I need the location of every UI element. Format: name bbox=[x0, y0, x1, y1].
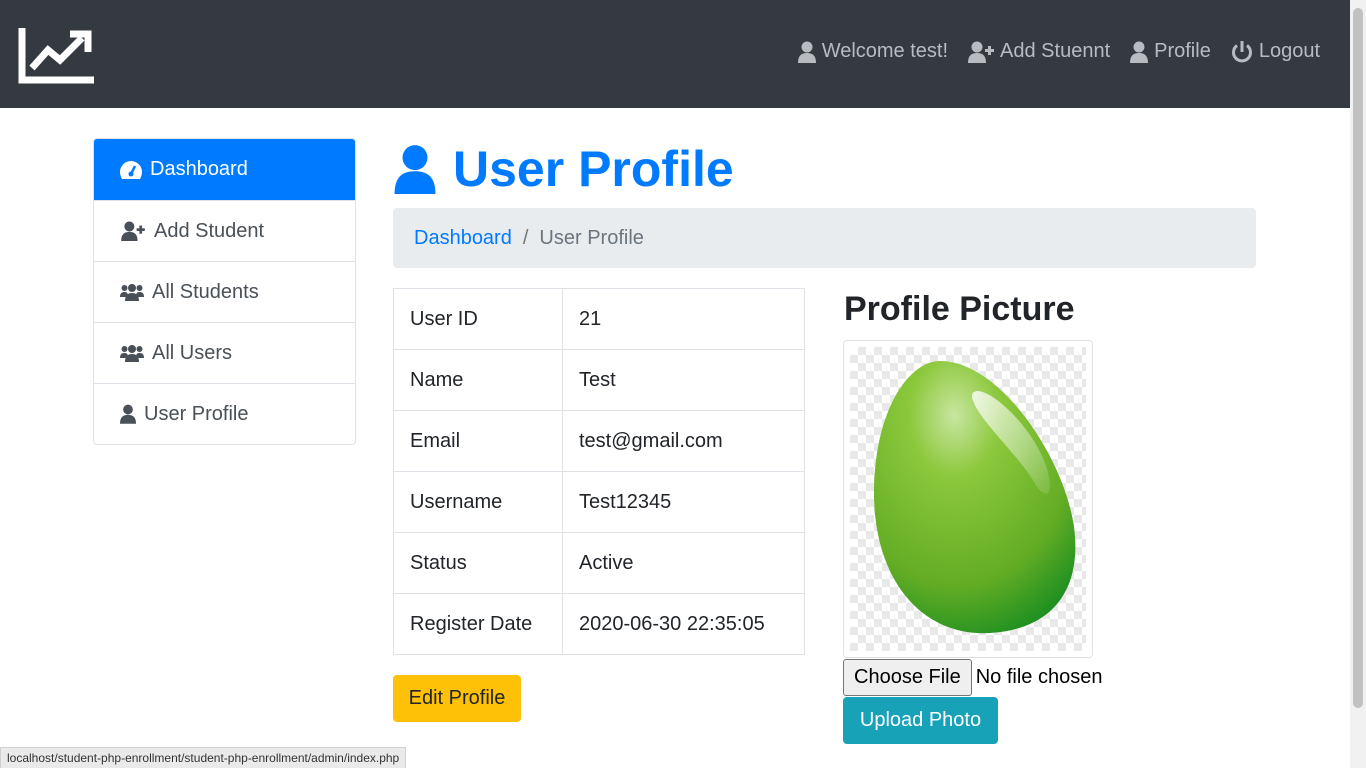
table-row: Register Date 2020-06-30 22:35:05 bbox=[393, 593, 805, 655]
breadcrumb-current: User Profile bbox=[539, 226, 644, 249]
sidebar-item-user-profile[interactable]: User Profile bbox=[94, 383, 355, 444]
browser-status-url: localhost/student-php-enrollment/student… bbox=[0, 747, 407, 768]
green-egg-image bbox=[873, 361, 1076, 634]
page-title-text: User Profile bbox=[453, 141, 734, 197]
sidebar: Dashboard Add Student All Students All U… bbox=[93, 138, 356, 445]
user-icon bbox=[394, 145, 436, 194]
sidebar-item-all-users[interactable]: All Users bbox=[94, 322, 355, 383]
table-key-cell: Email bbox=[393, 410, 563, 472]
profile-picture-background bbox=[850, 347, 1086, 651]
page-scrollbar[interactable] bbox=[1350, 0, 1366, 768]
sidebar-item-label: User Profile bbox=[144, 402, 249, 425]
user-icon bbox=[120, 404, 136, 424]
no-file-text: No file chosen bbox=[975, 666, 1103, 688]
users-icon bbox=[120, 284, 144, 301]
table-value-cell: Test12345 bbox=[562, 471, 805, 533]
sidebar-item-add-student[interactable]: Add Student bbox=[94, 200, 355, 261]
power-icon bbox=[1231, 40, 1252, 62]
page-title: User Profile bbox=[393, 140, 734, 198]
table-key-cell: Status bbox=[393, 532, 563, 594]
breadcrumb-separator: / bbox=[522, 226, 529, 249]
nav-profile-label: Profile bbox=[1154, 40, 1211, 62]
user-icon bbox=[1130, 41, 1149, 63]
breadcrumb: Dashboard / User Profile bbox=[393, 208, 1256, 268]
sidebar-item-label: Add Student bbox=[154, 219, 265, 242]
nav-links: Welcome test! Add Stuennt Profile Logout bbox=[797, 40, 1320, 63]
edit-profile-button[interactable]: Edit Profile bbox=[393, 675, 521, 722]
scrollbar-thumb[interactable] bbox=[1353, 8, 1363, 708]
nav-logout[interactable]: Logout bbox=[1231, 40, 1320, 63]
table-value-cell: 2020-06-30 22:35:05 bbox=[562, 593, 805, 655]
choose-file-button[interactable]: Choose File bbox=[843, 659, 972, 696]
breadcrumb-dashboard-link[interactable]: Dashboard bbox=[414, 227, 512, 250]
nav-add-student-label: Add Stuennt bbox=[1000, 40, 1111, 62]
table-row: Name Test bbox=[393, 349, 805, 411]
user-plus-icon bbox=[968, 41, 995, 63]
file-input-row: Choose File No file chosen bbox=[843, 659, 1102, 696]
nav-logout-label: Logout bbox=[1258, 40, 1320, 62]
user-icon bbox=[797, 41, 816, 63]
users-icon bbox=[120, 345, 144, 362]
table-row: Status Active bbox=[393, 532, 805, 594]
table-row: Email test@gmail.com bbox=[393, 410, 805, 472]
nav-welcome[interactable]: Welcome test! bbox=[797, 40, 949, 63]
table-key-cell: Register Date bbox=[393, 593, 563, 655]
table-value-cell: 21 bbox=[562, 288, 805, 350]
table-row: User ID 21 bbox=[393, 288, 805, 350]
sidebar-item-label: All Users bbox=[152, 341, 233, 364]
nav-profile[interactable]: Profile bbox=[1130, 40, 1211, 63]
table-row: Username Test12345 bbox=[393, 471, 805, 533]
profile-picture-heading: Profile Picture bbox=[844, 290, 1075, 328]
user-plus-icon bbox=[121, 221, 145, 241]
top-navbar: Welcome test! Add Stuennt Profile Logout bbox=[0, 0, 1350, 108]
upload-photo-button[interactable]: Upload Photo bbox=[843, 697, 998, 744]
sidebar-item-label: All Students bbox=[152, 280, 259, 303]
sidebar-item-dashboard[interactable]: Dashboard bbox=[94, 139, 355, 200]
table-value-cell: Test bbox=[562, 349, 805, 411]
sidebar-item-all-students[interactable]: All Students bbox=[94, 261, 355, 322]
profile-info-table: User ID 21 Name Test Email test@gmail.com U… bbox=[393, 288, 805, 655]
nav-add-student[interactable]: Add Stuennt bbox=[968, 40, 1110, 63]
profile-picture-frame bbox=[843, 340, 1093, 658]
table-key-cell: Username bbox=[393, 471, 563, 533]
table-key-cell: User ID bbox=[393, 288, 563, 350]
table-value-cell: Active bbox=[562, 532, 805, 594]
chart-line-icon[interactable] bbox=[18, 24, 98, 84]
nav-welcome-label: Welcome test! bbox=[821, 40, 949, 62]
table-value-cell: test@gmail.com bbox=[562, 410, 805, 472]
sidebar-item-label: Dashboard bbox=[150, 158, 248, 180]
table-key-cell: Name bbox=[393, 349, 563, 411]
tachometer-icon bbox=[120, 160, 142, 179]
